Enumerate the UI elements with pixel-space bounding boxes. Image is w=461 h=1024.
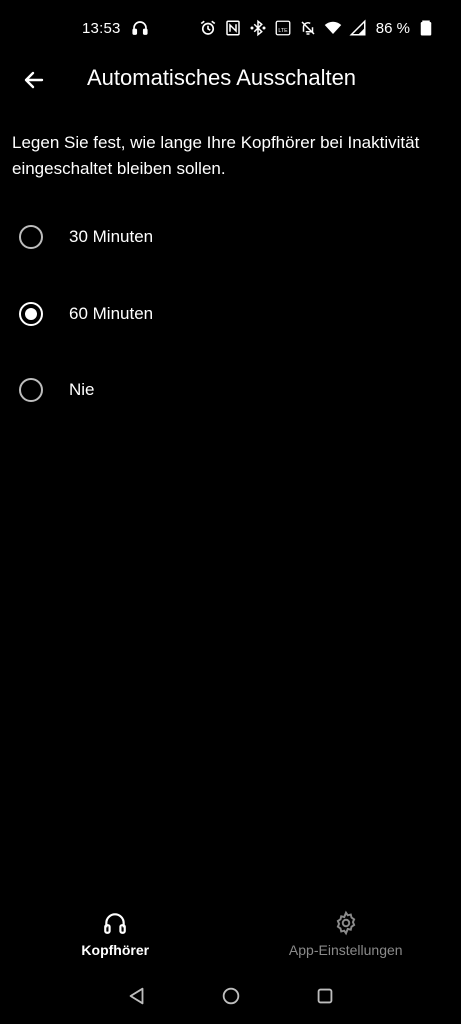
- option-nie[interactable]: Nie: [0, 360, 461, 420]
- nav-label: App-Einstellungen: [288, 942, 403, 958]
- back-button[interactable]: [14, 60, 54, 100]
- page-title: Automatisches Ausschalten: [87, 65, 357, 90]
- home-circle-icon[interactable]: [220, 985, 242, 1007]
- option-label: Nie: [69, 380, 95, 399]
- back-triangle-icon[interactable]: [126, 985, 148, 1007]
- gear-icon: [336, 910, 356, 936]
- alarm-icon: [199, 19, 217, 37]
- app-bar: Automatisches Ausschalten: [0, 56, 461, 102]
- nav-item-app-einstellungen[interactable]: App-Einstellungen: [231, 900, 461, 970]
- screen: 13:53 LTE 86 % Automatisches Ausschalten…: [0, 0, 461, 1024]
- arrow-left-icon: [24, 71, 44, 89]
- radio-dot: [25, 308, 37, 320]
- wifi-icon: [324, 19, 342, 37]
- option-60-minuten[interactable]: 60 Minuten: [0, 284, 461, 344]
- headphones-icon: [131, 19, 149, 37]
- bottom-navigation: Kopfhörer App-Einstellungen: [0, 900, 461, 970]
- option-30-minuten[interactable]: 30 Minuten: [0, 207, 461, 267]
- volte-icon: LTE: [274, 19, 292, 37]
- recents-square-icon[interactable]: [314, 985, 336, 1007]
- radio-button[interactable]: [19, 378, 43, 402]
- nav-label: Kopfhörer: [81, 942, 150, 958]
- option-label: 30 Minuten: [69, 227, 154, 246]
- mute-icon: [299, 19, 317, 37]
- nav-item-kopfhoerer[interactable]: Kopfhörer: [0, 900, 231, 970]
- option-label: 60 Minuten: [69, 304, 154, 323]
- system-navigation-bar: [0, 972, 461, 1020]
- status-bar: 13:53 LTE 86 %: [0, 0, 461, 56]
- headphones-icon: [104, 913, 127, 934]
- bluetooth-icon: [249, 19, 267, 37]
- volte-text: LTE: [278, 28, 288, 34]
- radio-button-selected[interactable]: [19, 302, 43, 326]
- description-text: Legen Sie fest, wie lange Ihre Kopfhörer…: [12, 133, 420, 178]
- battery-percent: 86 %: [375, 19, 410, 37]
- battery-icon: [417, 19, 435, 37]
- nfc-icon: [224, 19, 242, 37]
- status-time: 13:53: [82, 19, 121, 37]
- radio-button[interactable]: [19, 225, 43, 249]
- signal-icon: [349, 19, 367, 37]
